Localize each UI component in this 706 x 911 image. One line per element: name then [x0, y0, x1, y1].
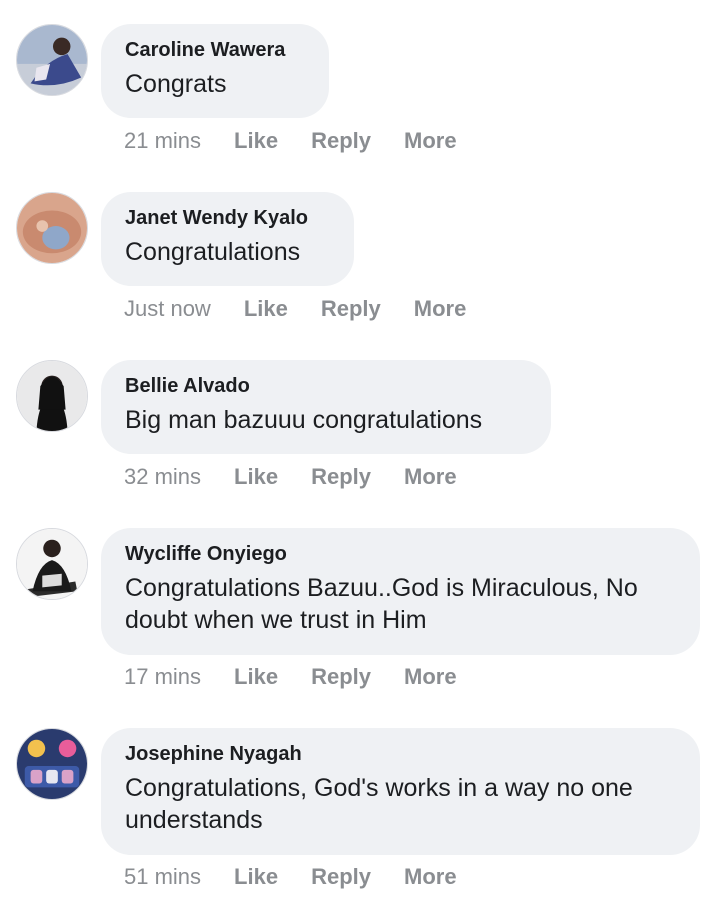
reply-button[interactable]: Reply	[311, 664, 371, 690]
comment-text: Congratulations Bazuu..God is Miraculous…	[125, 574, 638, 634]
comment-timestamp[interactable]: 51 mins	[124, 864, 201, 890]
avatar[interactable]	[16, 528, 88, 600]
comment-bubble: Wycliffe Onyiego Congratulations Bazuu..…	[101, 528, 700, 655]
avatar[interactable]	[16, 360, 88, 432]
comment-author[interactable]: Caroline Wawera	[125, 38, 305, 62]
comment-timestamp[interactable]: 21 mins	[124, 128, 201, 154]
comment-actions: 32 mins Like Reply More	[124, 463, 490, 491]
comment-actions: 21 mins Like Reply More	[124, 127, 490, 155]
comment-author[interactable]: Bellie Alvado	[125, 374, 527, 398]
reply-button[interactable]: Reply	[311, 128, 371, 154]
reply-button[interactable]: Reply	[311, 864, 371, 890]
comment-text: Congratulations	[125, 238, 301, 266]
like-button[interactable]: Like	[244, 296, 288, 322]
like-button[interactable]: Like	[234, 664, 278, 690]
comment-actions: 51 mins Like Reply More	[124, 863, 490, 891]
comment-text: Big man bazuuu congratulations	[125, 406, 483, 434]
comment-timestamp[interactable]: 32 mins	[124, 464, 201, 490]
like-button[interactable]: Like	[234, 128, 278, 154]
more-button[interactable]: More	[404, 664, 457, 690]
avatar[interactable]	[16, 192, 88, 264]
comment-timestamp[interactable]: Just now	[124, 296, 211, 322]
reply-button[interactable]: Reply	[321, 296, 381, 322]
more-button[interactable]: More	[414, 296, 467, 322]
comment-bubble: Josephine Nyagah Congratulations, God's …	[101, 728, 700, 855]
like-button[interactable]: Like	[234, 464, 278, 490]
more-button[interactable]: More	[404, 464, 457, 490]
like-button[interactable]: Like	[234, 864, 278, 890]
more-button[interactable]: More	[404, 128, 457, 154]
avatar[interactable]	[16, 728, 88, 800]
comment-bubble: Bellie Alvado Big man bazuuu congratulat…	[101, 360, 551, 454]
comment-author[interactable]: Josephine Nyagah	[125, 742, 676, 766]
comment-text: Congratulations, God's works in a way no…	[125, 774, 633, 834]
comment-author[interactable]: Wycliffe Onyiego	[125, 542, 676, 566]
comment-text: Congrats	[125, 70, 227, 98]
comment-author[interactable]: Janet Wendy Kyalo	[125, 206, 330, 230]
comment-actions: Just now Like Reply More	[124, 295, 499, 323]
more-button[interactable]: More	[404, 864, 457, 890]
comment-actions: 17 mins Like Reply More	[124, 663, 490, 691]
reply-button[interactable]: Reply	[311, 464, 371, 490]
comment-timestamp[interactable]: 17 mins	[124, 664, 201, 690]
comment-bubble: Caroline Wawera Congrats	[101, 24, 329, 118]
avatar[interactable]	[16, 24, 88, 96]
comment-bubble: Janet Wendy Kyalo Congratulations	[101, 192, 354, 286]
